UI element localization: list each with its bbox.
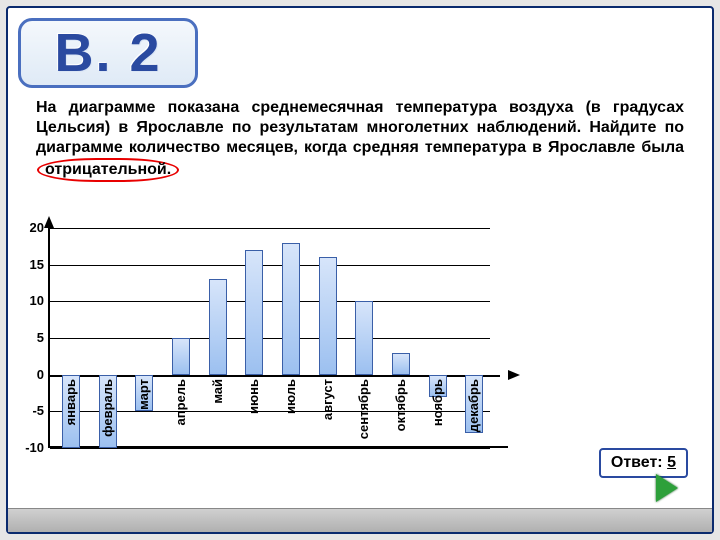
emphasized-word-circled: отрицательной.: [37, 158, 179, 182]
chart-container: 20151050-5-10январьфевральмартапрельмайи…: [48, 228, 568, 518]
bar: [209, 279, 227, 374]
month-label: август: [320, 379, 336, 420]
next-slide-button[interactable]: [656, 474, 678, 502]
gridline: [50, 265, 490, 266]
month-label: декабрь: [466, 379, 482, 432]
y-tick-label: 10: [12, 293, 44, 308]
problem-text: На диаграмме показана среднемесячная тем…: [36, 98, 684, 182]
month-label: февраль: [100, 379, 116, 437]
month-label: июль: [283, 379, 299, 414]
y-tick-label: -10: [12, 440, 44, 455]
y-tick-label: 15: [12, 257, 44, 272]
month-label: июнь: [246, 379, 262, 414]
month-label: январь: [63, 379, 79, 425]
problem-body: На диаграмме показана среднемесячная тем…: [36, 99, 684, 156]
month-label: март: [136, 379, 152, 410]
y-tick-label: -5: [12, 403, 44, 418]
month-label: ноябрь: [430, 379, 446, 426]
bar: [282, 243, 300, 375]
x-axis-arrow-icon: [508, 370, 520, 380]
y-axis-arrow-icon: [44, 216, 54, 228]
bar-chart: 20151050-5-10январьфевральмартапрельмайи…: [48, 228, 508, 448]
month-label: апрель: [173, 379, 189, 426]
y-tick-label: 0: [12, 367, 44, 382]
y-tick-label: 5: [12, 330, 44, 345]
month-label: сентябрь: [356, 379, 372, 439]
bar: [355, 301, 373, 374]
y-tick-label: 20: [12, 220, 44, 235]
answer-value: 5: [667, 454, 676, 471]
month-label: октябрь: [393, 379, 409, 431]
month-label: май: [210, 379, 226, 404]
slide-frame: В. 2 На диаграмме показана среднемесячна…: [6, 6, 714, 534]
bar: [172, 338, 190, 375]
footer-bar: [8, 508, 712, 532]
bar: [319, 257, 337, 374]
bar: [245, 250, 263, 375]
answer-label: Ответ:: [611, 454, 663, 471]
problem-number: В. 2: [54, 22, 161, 84]
problem-number-badge: В. 2: [18, 18, 198, 88]
gridline: [50, 338, 490, 339]
gridline: [50, 228, 490, 229]
gridline: [50, 448, 490, 449]
bar: [392, 353, 410, 375]
gridline: [50, 301, 490, 302]
